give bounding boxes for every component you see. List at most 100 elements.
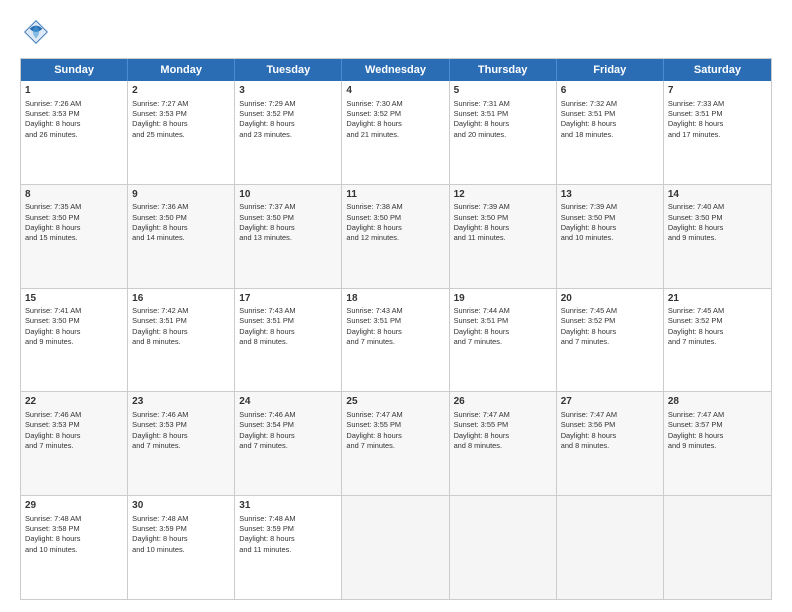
cell-text: Sunrise: 7:36 AMSunset: 3:50 PMDaylight:… bbox=[132, 202, 230, 243]
cell-text: Sunrise: 7:45 AMSunset: 3:52 PMDaylight:… bbox=[668, 306, 767, 347]
day-number: 11 bbox=[346, 188, 444, 202]
day-number: 18 bbox=[346, 292, 444, 306]
calendar-cell: 15Sunrise: 7:41 AMSunset: 3:50 PMDayligh… bbox=[21, 289, 128, 392]
day-number: 13 bbox=[561, 188, 659, 202]
cell-text: Sunrise: 7:48 AMSunset: 3:59 PMDaylight:… bbox=[132, 514, 230, 555]
cell-text: Sunrise: 7:47 AMSunset: 3:57 PMDaylight:… bbox=[668, 410, 767, 451]
calendar-cell: 13Sunrise: 7:39 AMSunset: 3:50 PMDayligh… bbox=[557, 185, 664, 288]
day-number: 20 bbox=[561, 292, 659, 306]
day-number: 21 bbox=[668, 292, 767, 306]
weekday-header: Tuesday bbox=[235, 59, 342, 81]
cell-text: Sunrise: 7:43 AMSunset: 3:51 PMDaylight:… bbox=[346, 306, 444, 347]
day-number: 25 bbox=[346, 395, 444, 409]
calendar-cell bbox=[342, 496, 449, 599]
cell-text: Sunrise: 7:47 AMSunset: 3:55 PMDaylight:… bbox=[346, 410, 444, 451]
day-number: 30 bbox=[132, 499, 230, 513]
day-number: 6 bbox=[561, 84, 659, 98]
cell-text: Sunrise: 7:44 AMSunset: 3:51 PMDaylight:… bbox=[454, 306, 552, 347]
day-number: 2 bbox=[132, 84, 230, 98]
calendar-cell: 28Sunrise: 7:47 AMSunset: 3:57 PMDayligh… bbox=[664, 392, 771, 495]
calendar-cell: 6Sunrise: 7:32 AMSunset: 3:51 PMDaylight… bbox=[557, 81, 664, 184]
day-number: 17 bbox=[239, 292, 337, 306]
day-number: 26 bbox=[454, 395, 552, 409]
day-number: 15 bbox=[25, 292, 123, 306]
day-number: 22 bbox=[25, 395, 123, 409]
calendar-cell: 17Sunrise: 7:43 AMSunset: 3:51 PMDayligh… bbox=[235, 289, 342, 392]
cell-text: Sunrise: 7:47 AMSunset: 3:56 PMDaylight:… bbox=[561, 410, 659, 451]
day-number: 9 bbox=[132, 188, 230, 202]
weekday-header: Monday bbox=[128, 59, 235, 81]
cell-text: Sunrise: 7:41 AMSunset: 3:50 PMDaylight:… bbox=[25, 306, 123, 347]
day-number: 19 bbox=[454, 292, 552, 306]
calendar-cell: 24Sunrise: 7:46 AMSunset: 3:54 PMDayligh… bbox=[235, 392, 342, 495]
calendar-cell: 1Sunrise: 7:26 AMSunset: 3:53 PMDaylight… bbox=[21, 81, 128, 184]
calendar-cell: 7Sunrise: 7:33 AMSunset: 3:51 PMDaylight… bbox=[664, 81, 771, 184]
day-number: 12 bbox=[454, 188, 552, 202]
calendar-cell: 10Sunrise: 7:37 AMSunset: 3:50 PMDayligh… bbox=[235, 185, 342, 288]
cell-text: Sunrise: 7:48 AMSunset: 3:58 PMDaylight:… bbox=[25, 514, 123, 555]
calendar-cell: 31Sunrise: 7:48 AMSunset: 3:59 PMDayligh… bbox=[235, 496, 342, 599]
day-number: 8 bbox=[25, 188, 123, 202]
day-number: 29 bbox=[25, 499, 123, 513]
day-number: 7 bbox=[668, 84, 767, 98]
header bbox=[20, 16, 772, 48]
calendar-cell: 14Sunrise: 7:40 AMSunset: 3:50 PMDayligh… bbox=[664, 185, 771, 288]
day-number: 4 bbox=[346, 84, 444, 98]
day-number: 1 bbox=[25, 84, 123, 98]
calendar-cell: 19Sunrise: 7:44 AMSunset: 3:51 PMDayligh… bbox=[450, 289, 557, 392]
calendar-cell: 25Sunrise: 7:47 AMSunset: 3:55 PMDayligh… bbox=[342, 392, 449, 495]
day-number: 3 bbox=[239, 84, 337, 98]
day-number: 16 bbox=[132, 292, 230, 306]
cell-text: Sunrise: 7:27 AMSunset: 3:53 PMDaylight:… bbox=[132, 99, 230, 140]
calendar-cell: 22Sunrise: 7:46 AMSunset: 3:53 PMDayligh… bbox=[21, 392, 128, 495]
cell-text: Sunrise: 7:39 AMSunset: 3:50 PMDaylight:… bbox=[561, 202, 659, 243]
calendar-cell: 18Sunrise: 7:43 AMSunset: 3:51 PMDayligh… bbox=[342, 289, 449, 392]
calendar-cell: 16Sunrise: 7:42 AMSunset: 3:51 PMDayligh… bbox=[128, 289, 235, 392]
day-number: 14 bbox=[668, 188, 767, 202]
logo-icon bbox=[20, 16, 52, 48]
calendar-cell: 9Sunrise: 7:36 AMSunset: 3:50 PMDaylight… bbox=[128, 185, 235, 288]
calendar-row: 1Sunrise: 7:26 AMSunset: 3:53 PMDaylight… bbox=[21, 81, 771, 184]
day-number: 31 bbox=[239, 499, 337, 513]
calendar-cell: 2Sunrise: 7:27 AMSunset: 3:53 PMDaylight… bbox=[128, 81, 235, 184]
calendar-cell: 3Sunrise: 7:29 AMSunset: 3:52 PMDaylight… bbox=[235, 81, 342, 184]
cell-text: Sunrise: 7:46 AMSunset: 3:53 PMDaylight:… bbox=[132, 410, 230, 451]
cell-text: Sunrise: 7:30 AMSunset: 3:52 PMDaylight:… bbox=[346, 99, 444, 140]
weekday-header: Thursday bbox=[450, 59, 557, 81]
calendar-cell bbox=[450, 496, 557, 599]
weekday-header: Friday bbox=[557, 59, 664, 81]
cell-text: Sunrise: 7:42 AMSunset: 3:51 PMDaylight:… bbox=[132, 306, 230, 347]
cell-text: Sunrise: 7:35 AMSunset: 3:50 PMDaylight:… bbox=[25, 202, 123, 243]
day-number: 23 bbox=[132, 395, 230, 409]
calendar-cell: 29Sunrise: 7:48 AMSunset: 3:58 PMDayligh… bbox=[21, 496, 128, 599]
calendar-cell: 27Sunrise: 7:47 AMSunset: 3:56 PMDayligh… bbox=[557, 392, 664, 495]
cell-text: Sunrise: 7:31 AMSunset: 3:51 PMDaylight:… bbox=[454, 99, 552, 140]
cell-text: Sunrise: 7:43 AMSunset: 3:51 PMDaylight:… bbox=[239, 306, 337, 347]
cell-text: Sunrise: 7:48 AMSunset: 3:59 PMDaylight:… bbox=[239, 514, 337, 555]
calendar-cell: 21Sunrise: 7:45 AMSunset: 3:52 PMDayligh… bbox=[664, 289, 771, 392]
cell-text: Sunrise: 7:33 AMSunset: 3:51 PMDaylight:… bbox=[668, 99, 767, 140]
day-number: 24 bbox=[239, 395, 337, 409]
logo bbox=[20, 16, 56, 48]
calendar-cell: 12Sunrise: 7:39 AMSunset: 3:50 PMDayligh… bbox=[450, 185, 557, 288]
cell-text: Sunrise: 7:46 AMSunset: 3:53 PMDaylight:… bbox=[25, 410, 123, 451]
weekday-header: Sunday bbox=[21, 59, 128, 81]
page: SundayMondayTuesdayWednesdayThursdayFrid… bbox=[0, 0, 792, 612]
calendar: SundayMondayTuesdayWednesdayThursdayFrid… bbox=[20, 58, 772, 600]
cell-text: Sunrise: 7:26 AMSunset: 3:53 PMDaylight:… bbox=[25, 99, 123, 140]
calendar-row: 29Sunrise: 7:48 AMSunset: 3:58 PMDayligh… bbox=[21, 495, 771, 599]
calendar-cell: 11Sunrise: 7:38 AMSunset: 3:50 PMDayligh… bbox=[342, 185, 449, 288]
cell-text: Sunrise: 7:45 AMSunset: 3:52 PMDaylight:… bbox=[561, 306, 659, 347]
day-number: 27 bbox=[561, 395, 659, 409]
cell-text: Sunrise: 7:46 AMSunset: 3:54 PMDaylight:… bbox=[239, 410, 337, 451]
weekday-header: Wednesday bbox=[342, 59, 449, 81]
calendar-cell: 5Sunrise: 7:31 AMSunset: 3:51 PMDaylight… bbox=[450, 81, 557, 184]
calendar-cell: 26Sunrise: 7:47 AMSunset: 3:55 PMDayligh… bbox=[450, 392, 557, 495]
cell-text: Sunrise: 7:29 AMSunset: 3:52 PMDaylight:… bbox=[239, 99, 337, 140]
calendar-cell: 20Sunrise: 7:45 AMSunset: 3:52 PMDayligh… bbox=[557, 289, 664, 392]
day-number: 10 bbox=[239, 188, 337, 202]
cell-text: Sunrise: 7:32 AMSunset: 3:51 PMDaylight:… bbox=[561, 99, 659, 140]
calendar-cell: 4Sunrise: 7:30 AMSunset: 3:52 PMDaylight… bbox=[342, 81, 449, 184]
weekday-header: Saturday bbox=[664, 59, 771, 81]
calendar-cell bbox=[664, 496, 771, 599]
